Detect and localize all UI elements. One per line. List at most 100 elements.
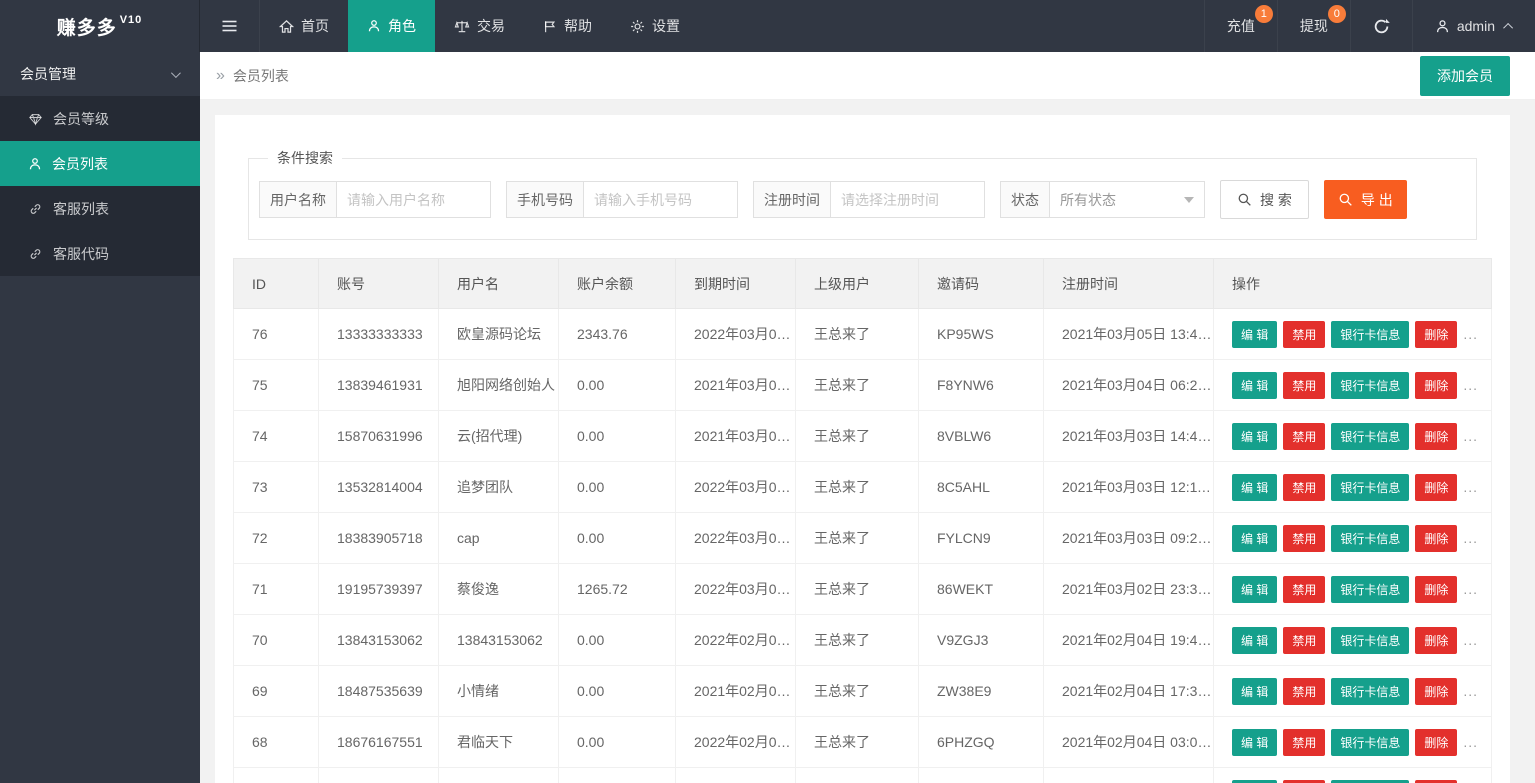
disable-button[interactable]: 禁用 xyxy=(1283,372,1325,399)
nav-item-help[interactable]: 帮助 xyxy=(524,0,611,52)
edit-button[interactable]: 编 辑 xyxy=(1232,372,1277,399)
add-member-button[interactable]: 添加会员 xyxy=(1420,56,1510,96)
more-actions[interactable]: ... xyxy=(1463,683,1478,699)
sidebar-group-member-management[interactable]: 会员管理 xyxy=(0,52,200,96)
more-actions[interactable]: ... xyxy=(1463,581,1478,597)
cell-balance: 0.00 xyxy=(559,615,676,666)
sidebar-menu: 会员等级会员列表客服列表客服代码 xyxy=(0,96,200,276)
delete-button[interactable]: 删除 xyxy=(1415,321,1457,348)
edit-button[interactable]: 编 辑 xyxy=(1232,321,1277,348)
export-button[interactable]: 导 出 xyxy=(1324,180,1407,219)
nav-item-label: 设置 xyxy=(652,16,680,36)
delete-button[interactable]: 删除 xyxy=(1415,474,1457,501)
cell-balance: 2343.76 xyxy=(559,309,676,360)
edit-button[interactable]: 编 辑 xyxy=(1232,627,1277,654)
recharge-label: 充值 xyxy=(1227,16,1255,36)
cell-username: CDD001 xyxy=(439,768,559,783)
delete-button[interactable]: 删除 xyxy=(1415,678,1457,705)
cell-id: 68 xyxy=(234,717,319,768)
edit-button[interactable]: 编 辑 xyxy=(1232,780,1277,783)
edit-button[interactable]: 编 辑 xyxy=(1232,525,1277,552)
disable-button[interactable]: 禁用 xyxy=(1283,474,1325,501)
search-field-status[interactable]: 状态所有状态 xyxy=(1000,181,1205,218)
bankcard-info-button[interactable]: 银行卡信息 xyxy=(1331,780,1409,783)
bankcard-info-button[interactable]: 银行卡信息 xyxy=(1331,525,1409,552)
sidebar-item-service-list[interactable]: 客服列表 xyxy=(0,186,200,231)
flag-icon xyxy=(543,19,557,34)
cell-invite: QL4HZF xyxy=(919,768,1044,783)
cell-id: 70 xyxy=(234,615,319,666)
more-actions[interactable]: ... xyxy=(1463,530,1478,546)
hamburger-icon xyxy=(221,18,238,34)
delete-button[interactable]: 删除 xyxy=(1415,525,1457,552)
bankcard-info-button[interactable]: 银行卡信息 xyxy=(1331,576,1409,603)
disable-button[interactable]: 禁用 xyxy=(1283,678,1325,705)
delete-button[interactable]: 删除 xyxy=(1415,576,1457,603)
more-actions[interactable]: ... xyxy=(1463,326,1478,342)
delete-button[interactable]: 删除 xyxy=(1415,780,1457,783)
brand-logo[interactable]: 赚多多 V10 xyxy=(0,0,200,52)
disable-button[interactable]: 禁用 xyxy=(1283,627,1325,654)
disable-button[interactable]: 禁用 xyxy=(1283,729,1325,756)
bankcard-info-button[interactable]: 银行卡信息 xyxy=(1331,423,1409,450)
edit-button[interactable]: 编 辑 xyxy=(1232,576,1277,603)
column-header: 邀请码 xyxy=(919,259,1044,309)
cell-invite: V9ZGJ3 xyxy=(919,615,1044,666)
nav-item-trade[interactable]: 交易 xyxy=(435,0,524,52)
cell-parent: 王总来了 xyxy=(796,462,919,513)
nav-item-home[interactable]: 首页 xyxy=(260,0,348,52)
nav-item-recharge[interactable]: 充值 1 xyxy=(1204,0,1277,52)
nav-item-label: 角色 xyxy=(388,16,416,36)
user-menu[interactable]: admin xyxy=(1412,0,1535,52)
search-row: 用户名称手机号码注册时间状态所有状态搜 索导 出 xyxy=(259,180,1466,219)
sidebar-item-label: 会员等级 xyxy=(53,109,109,129)
bankcard-info-button[interactable]: 银行卡信息 xyxy=(1331,372,1409,399)
phone-input[interactable] xyxy=(584,182,737,217)
edit-button[interactable]: 编 辑 xyxy=(1232,678,1277,705)
cell-username: 追梦团队 xyxy=(439,462,559,513)
column-header: 上级用户 xyxy=(796,259,919,309)
delete-button[interactable]: 删除 xyxy=(1415,729,1457,756)
disable-button[interactable]: 禁用 xyxy=(1283,423,1325,450)
more-actions[interactable]: ... xyxy=(1463,632,1478,648)
cell-account: 18383905718 xyxy=(319,513,439,564)
nav-item-role[interactable]: 角色 xyxy=(348,0,435,52)
cell-username: 君临天下 xyxy=(439,717,559,768)
refresh-button[interactable] xyxy=(1350,0,1412,52)
search-button[interactable]: 搜 索 xyxy=(1220,180,1309,219)
username-input[interactable] xyxy=(337,182,490,217)
register-time-input[interactable] xyxy=(831,182,984,217)
disable-button[interactable]: 禁用 xyxy=(1283,525,1325,552)
link-icon xyxy=(28,202,43,216)
bankcard-info-button[interactable]: 银行卡信息 xyxy=(1331,474,1409,501)
bankcard-info-button[interactable]: 银行卡信息 xyxy=(1331,678,1409,705)
disable-button[interactable]: 禁用 xyxy=(1283,780,1325,783)
more-actions[interactable]: ... xyxy=(1463,479,1478,495)
more-actions[interactable]: ... xyxy=(1463,377,1478,393)
edit-button[interactable]: 编 辑 xyxy=(1232,423,1277,450)
edit-button[interactable]: 编 辑 xyxy=(1232,729,1277,756)
delete-button[interactable]: 删除 xyxy=(1415,423,1457,450)
main-area: » 会员列表 添加会员 条件搜索 用户名称手机号码注册时间状态所有状态搜 索导 … xyxy=(200,0,1535,783)
cell-expire: 2022年02月04... xyxy=(676,717,796,768)
sidebar-item-member-list[interactable]: 会员列表 xyxy=(0,141,200,186)
cell-actions: 编 辑禁用银行卡信息删除... xyxy=(1214,717,1492,768)
sidebar-toggle-button[interactable] xyxy=(200,0,260,52)
cell-parent: 王总来了 xyxy=(796,411,919,462)
more-actions[interactable]: ... xyxy=(1463,734,1478,750)
edit-button[interactable]: 编 辑 xyxy=(1232,474,1277,501)
sidebar-item-service-code[interactable]: 客服代码 xyxy=(0,231,200,276)
nav-item-settings[interactable]: 设置 xyxy=(611,0,699,52)
sidebar-item-member-level[interactable]: 会员等级 xyxy=(0,96,200,141)
nav-item-withdraw[interactable]: 提现 0 xyxy=(1277,0,1350,52)
bankcard-info-button[interactable]: 银行卡信息 xyxy=(1331,627,1409,654)
disable-button[interactable]: 禁用 xyxy=(1283,576,1325,603)
breadcrumb: » 会员列表 xyxy=(216,66,289,86)
disable-button[interactable]: 禁用 xyxy=(1283,321,1325,348)
bankcard-info-button[interactable]: 银行卡信息 xyxy=(1331,321,1409,348)
more-actions[interactable]: ... xyxy=(1463,428,1478,444)
bankcard-info-button[interactable]: 银行卡信息 xyxy=(1331,729,1409,756)
delete-button[interactable]: 删除 xyxy=(1415,627,1457,654)
cell-actions: 编 辑禁用银行卡信息删除... xyxy=(1214,564,1492,615)
delete-button[interactable]: 删除 xyxy=(1415,372,1457,399)
